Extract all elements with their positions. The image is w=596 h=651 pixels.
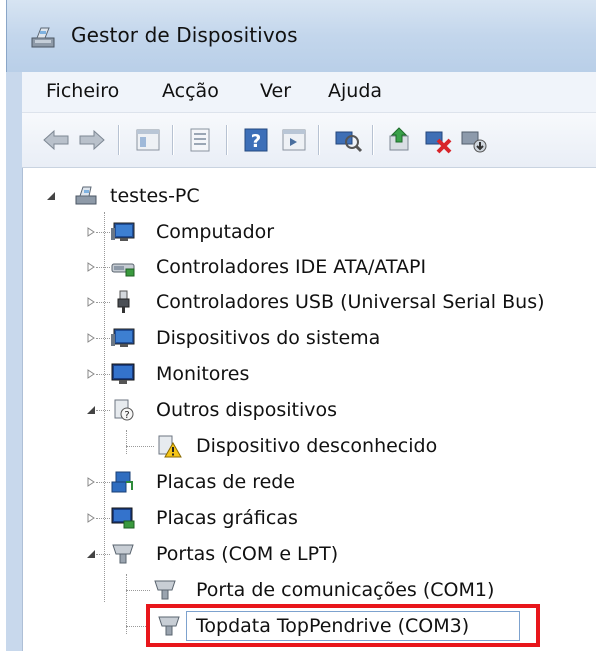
expand-triangle-icon[interactable] [86,333,96,343]
tree-item-system-devices[interactable]: Dispositivos do sistema [86,322,566,354]
tree-connector [96,554,110,556]
tree-item-computador[interactable]: Computador [86,216,566,248]
tree-item-label: Controladores USB (Universal Serial Bus) [156,291,545,313]
tree-root-node[interactable]: testes-PC [46,180,246,212]
window-frame-left [6,72,23,651]
tree-item-label: Dispositivos do sistema [156,327,381,349]
tree-connector [96,302,110,304]
tree-item-ide-controllers[interactable]: Controladores IDE ATA/ATAPI [86,251,586,283]
computer-monitor-icon [111,222,135,241]
tree-item-label: Dispositivo desconhecido [196,435,438,457]
toolbar-separator [226,125,228,155]
ide-controller-icon [111,263,135,277]
tree-connector [96,338,110,340]
tree-connector [96,410,110,412]
tree-connector [126,590,150,592]
warning-device-icon [158,435,182,458]
collapse-triangle-icon[interactable] [86,405,96,415]
expand-triangle-icon[interactable] [86,477,96,487]
device-manager-icon [31,27,55,48]
tree-item-com1[interactable]: Porta de comunicações (COM1) [126,574,546,606]
menu-accao[interactable]: Acção [162,80,219,102]
tree-item-label: Monitores [156,363,250,385]
properties-panel-icon[interactable] [132,124,164,156]
forward-icon[interactable] [76,124,108,156]
tree-root-label: testes-PC [110,185,200,207]
disable-device-icon[interactable] [422,124,454,156]
port-connector-icon [154,580,176,600]
tree-item-unknown-device[interactable]: Dispositivo desconhecido [126,430,486,462]
tree-item-label: Outros dispositivos [156,399,338,421]
tree-connector [96,518,110,520]
expand-triangle-icon[interactable] [86,227,96,237]
tree-item-label: Computador [156,221,275,243]
expand-triangle-icon[interactable] [86,262,96,272]
toolbar-separator [172,125,174,155]
toolbar-separator [118,125,120,155]
scan-hardware-icon[interactable] [332,124,364,156]
unknown-device-icon: ? [114,399,134,421]
toolbar: ? [22,113,596,168]
expand-triangle-icon[interactable] [86,297,96,307]
tree-item-label: Portas (COM e LPT) [156,543,339,565]
monitor-icon [111,363,135,384]
svg-text:?: ? [251,131,261,152]
menu-ajuda[interactable]: Ajuda [328,80,382,102]
properties-icon[interactable] [184,124,216,156]
tree-item-label: Porta de comunicações (COM1) [196,579,495,601]
tree-connector [96,267,110,269]
uninstall-device-icon[interactable] [458,124,490,156]
tree-item-label: Placas gráficas [156,507,298,529]
device-manager-window: Gestor de Dispositivos Ficheiro Acção Ve… [0,0,596,651]
expand-triangle-icon[interactable] [86,369,96,379]
tree-item-monitors[interactable]: Monitores [86,358,386,390]
system-devices-icon [111,328,135,347]
tree-item-other-devices[interactable]: ? Outros dispositivos [86,394,386,426]
tree-item-display-adapters[interactable]: Placas gráficas [86,502,386,534]
toolbar-separator [372,125,374,155]
tree-item-usb-controllers[interactable]: Controladores USB (Universal Serial Bus) [86,286,591,318]
menu-bar: Ficheiro Acção Ver Ajuda [22,72,596,113]
title-bar[interactable]: Gestor de Dispositivos [6,0,596,72]
collapse-triangle-icon[interactable] [46,191,56,201]
tree-connector [96,374,110,376]
display-adapter-icon [111,507,135,529]
menu-ver[interactable]: Ver [260,80,291,102]
computer-icon [75,186,97,205]
tree-connector [96,482,110,484]
tree-connector [96,232,110,234]
svg-text:?: ? [124,410,129,421]
help-icon[interactable]: ? [240,124,272,156]
tree-item-label: Placas de rede [156,471,296,493]
window-title: Gestor de Dispositivos [71,23,298,47]
update-driver-icon[interactable] [384,124,416,156]
red-highlight-annotation [146,604,540,647]
collapse-triangle-icon[interactable] [86,549,96,559]
network-adapter-icon [111,471,133,493]
usb-plug-icon [117,290,130,313]
action-pane-icon[interactable] [278,124,310,156]
tree-connector [126,446,154,448]
tree-item-label: Controladores IDE ATA/ATAPI [156,256,427,278]
back-icon[interactable] [40,124,72,156]
tree-item-network-adapters[interactable]: Placas de rede [86,466,386,498]
menu-ficheiro[interactable]: Ficheiro [46,80,119,102]
port-connector-icon [112,544,134,564]
toolbar-separator [318,125,320,155]
expand-triangle-icon[interactable] [86,513,96,523]
tree-item-ports[interactable]: Portas (COM e LPT) [86,538,386,570]
